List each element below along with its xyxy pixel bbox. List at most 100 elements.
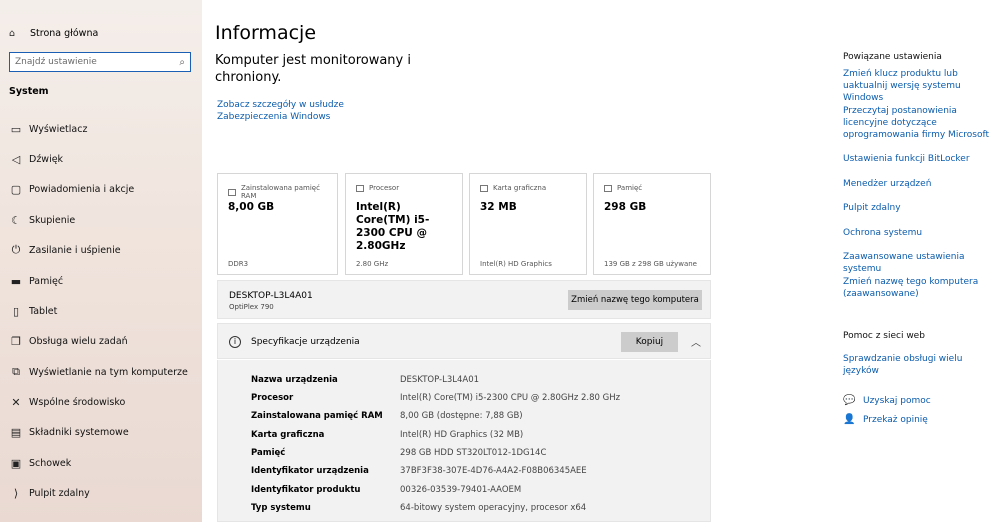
- home-icon: ⌂: [9, 27, 16, 39]
- spec-key: Zainstalowana pamięć RAM: [251, 411, 383, 421]
- home-label: Strona główna: [30, 27, 99, 39]
- spec-row: Pamięć 298 GB HDD ST320LT012-1DG14C: [251, 448, 711, 460]
- remote-icon: ⟩: [13, 486, 19, 500]
- power-icon: ⏻: [11, 243, 21, 256]
- device-model: OptiPlex 790: [229, 303, 274, 311]
- sidebar-item-label: Tablet: [29, 305, 58, 317]
- system-protection-link[interactable]: Ochrona systemu: [843, 227, 993, 239]
- sidebar-item-schowek[interactable]: ▣ Schowek: [9, 456, 71, 470]
- related-settings-panel: Powiązane ustawienia Zmień klucz produkt…: [843, 0, 999, 522]
- storage-card: Pamięć 298 GB 139 GB z 298 GB używane: [593, 173, 711, 275]
- spec-value: Intel(R) HD Graphics (32 MB): [400, 430, 524, 440]
- spec-row: Typ systemu 64-bitowy system operacyjny, …: [251, 503, 711, 515]
- card-value: 8,00 GB: [228, 201, 275, 213]
- chevron-up-icon[interactable]: ︿: [691, 334, 701, 349]
- change-product-key-link[interactable]: Zmień klucz produktu lub uaktualnij wers…: [843, 68, 993, 104]
- sidebar-item-skupienie[interactable]: ☾ Skupienie: [9, 213, 75, 227]
- spec-key: Pamięć: [251, 448, 286, 458]
- sidebar-item-label: Wspólne środowisko: [29, 396, 126, 408]
- spec-row: Identyfikator urządzenia 37BF3F38-307E-4D…: [251, 466, 711, 478]
- search-icon[interactable]: ⌕: [179, 57, 185, 68]
- feedback-label: Przekaż opinię: [863, 414, 928, 425]
- sidebar-item-skladniki[interactable]: ▤ Składniki systemowe: [9, 425, 129, 439]
- speaker-icon: ◁: [11, 152, 21, 166]
- storage-card-icon: [604, 184, 612, 192]
- spec-value: 00326-03539-79401-AAOEM: [400, 485, 522, 495]
- sidebar-item-pamiec[interactable]: ▬ Pamięć: [9, 274, 63, 288]
- sidebar-item-wspolne[interactable]: ✕ Wspólne środowisko: [9, 395, 125, 409]
- rename-pc-advanced-link[interactable]: Zmień nazwę tego komputera (zaawansowane…: [843, 276, 993, 300]
- sidebar-item-label: Składniki systemowe: [29, 426, 129, 438]
- get-help-label: Uzyskaj pomoc: [863, 395, 931, 406]
- search-box[interactable]: ⌕: [9, 52, 191, 72]
- card-sub: 2.80 GHz: [356, 260, 389, 268]
- sidebar-item-wyswietlacz[interactable]: ▭ Wyświetlacz: [9, 122, 88, 136]
- sidebar-item-dzwiek[interactable]: ◁ Dźwięk: [9, 152, 63, 166]
- device-spec-header[interactable]: i Specyfikacje urządzenia Kopiuj ︿: [217, 323, 711, 359]
- spec-key: Identyfikator produktu: [251, 485, 361, 495]
- graphics-card: Karta graficzna 32 MB Intel(R) HD Graphi…: [469, 173, 587, 275]
- spec-row: Karta graficzna Intel(R) HD Graphics (32 …: [251, 430, 711, 442]
- processor-icon: [356, 184, 364, 192]
- device-manager-link[interactable]: Menedżer urządzeń: [843, 178, 993, 190]
- search-input[interactable]: [15, 57, 180, 67]
- sidebar-item-powiadomienia[interactable]: ▢ Powiadomienia i akcje: [9, 182, 134, 196]
- components-icon: ▤: [10, 425, 22, 439]
- sidebar-item-label: Dźwięk: [29, 153, 64, 165]
- sidebar-item-label: Obsługa wielu zadań: [29, 335, 128, 347]
- device-name: DESKTOP-L3L4A01: [229, 291, 313, 301]
- card-value: Intel(R) Core(TM) i5-2300 CPU @ 2.80GHz: [356, 201, 430, 252]
- sidebar-item-tablet[interactable]: ▯ Tablet: [9, 304, 57, 318]
- sidebar-item-label: Powiadomienia i akcje: [29, 183, 135, 195]
- sidebar-item-label: Zasilanie i uśpienie: [29, 244, 121, 256]
- spec-value: Intel(R) Core(TM) i5-2300 CPU @ 2.80GHz …: [400, 393, 621, 403]
- sidebar-item-wielozadaniowosc[interactable]: ❐ Obsługa wielu zadań: [9, 334, 128, 348]
- sidebar-item-zasilanie[interactable]: ⏻ Zasilanie i uśpienie: [9, 243, 121, 257]
- security-details-link[interactable]: Zobacz szczegóły w usłudze Zabezpieczeni…: [217, 99, 417, 123]
- license-terms-link[interactable]: Przeczytaj postanowienia licencyjne doty…: [843, 105, 993, 141]
- notification-icon: ▢: [10, 182, 22, 196]
- multitask-icon: ❐: [11, 334, 21, 348]
- feedback-link[interactable]: 👤 Przekaż opinię: [843, 414, 928, 425]
- related-settings-heading: Powiązane ustawienia: [843, 52, 942, 62]
- sidebar-item-label: Skupienie: [29, 214, 76, 226]
- sidebar-item-label: Wyświetlanie na tym komputerze: [29, 366, 188, 378]
- remote-desktop-link[interactable]: Pulpit zdalny: [843, 202, 993, 214]
- spec-key: Karta graficzna: [251, 430, 325, 440]
- sidebar-item-wyswietlanie[interactable]: ⧉ Wyświetlanie na tym komputerze: [9, 365, 188, 379]
- home-nav-item[interactable]: ⌂ Strona główna: [9, 26, 98, 40]
- card-label: Zainstalowana pamięć RAM: [240, 184, 320, 200]
- sidebar-item-pulpit-zdalny[interactable]: ⟩ Pulpit zdalny: [9, 486, 90, 500]
- get-help-link[interactable]: 💬 Uzyskaj pomoc: [843, 395, 931, 406]
- spec-row: Procesor Intel(R) Core(TM) i5-2300 CPU @ …: [251, 393, 711, 405]
- project-icon: ⧉: [12, 365, 20, 378]
- monitor-icon: ▭: [10, 122, 22, 136]
- card-label: Karta graficzna: [493, 184, 547, 192]
- sidebar-item-label: Schowek: [29, 457, 72, 469]
- spec-value: 8,00 GB (dostępne: 7,88 GB): [400, 411, 523, 421]
- card-sub: DDR3: [228, 260, 249, 268]
- card-label: Pamięć: [617, 184, 643, 192]
- moon-icon: ☾: [11, 213, 21, 227]
- copy-button[interactable]: Kopiuj: [621, 332, 678, 352]
- sidebar-item-label: Wyświetlacz: [29, 123, 88, 135]
- sidebar-item-label: Pulpit zdalny: [29, 487, 90, 499]
- web-help-heading: Pomoc z sieci web: [843, 331, 925, 341]
- card-value: 32 MB: [480, 201, 517, 213]
- graphics-icon: [480, 184, 488, 192]
- spec-value: 298 GB HDD ST320LT012-1DG14C: [400, 448, 547, 458]
- feedback-icon: 👤: [843, 414, 856, 425]
- spec-key: Procesor: [251, 393, 294, 403]
- spec-key: Typ systemu: [251, 503, 311, 513]
- spec-key: Identyfikator urządzenia: [251, 466, 369, 476]
- info-icon: i: [229, 336, 241, 348]
- bitlocker-link[interactable]: Ustawienia funkcji BitLocker: [843, 153, 993, 165]
- security-status-text: Komputer jest monitorowany i chroniony.: [215, 53, 411, 85]
- language-support-link[interactable]: Sprawdzanie obsługi wielu języków: [843, 353, 993, 377]
- ram-icon: [228, 188, 236, 196]
- spec-key: Nazwa urządzenia: [251, 375, 338, 385]
- spec-value: DESKTOP-L3L4A01: [400, 375, 480, 385]
- rename-pc-button[interactable]: Zmień nazwę tego komputera: [568, 290, 702, 310]
- card-sub: Intel(R) HD Graphics: [480, 260, 552, 268]
- advanced-system-settings-link[interactable]: Zaawansowane ustawienia systemu: [843, 251, 993, 275]
